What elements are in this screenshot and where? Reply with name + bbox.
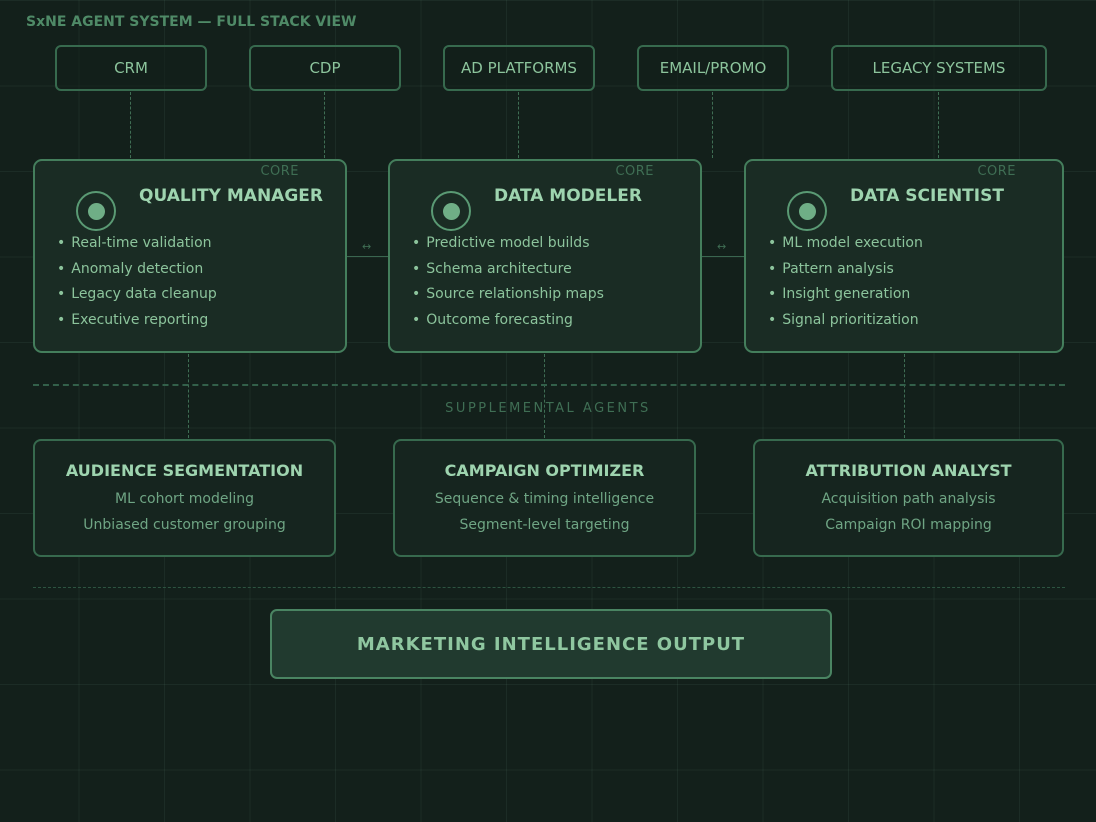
source-connector [938,92,939,158]
capability-item: Schema architecture [412,259,604,285]
supplemental-agent-line: Campaign ROI mapping [825,517,992,533]
core-agent-capabilities: Real-time validation Anomaly detection L… [57,233,217,336]
core-agent-capabilities: Predictive model builds Schema architect… [412,233,604,335]
source-connector [324,92,325,158]
source-crm: CRM [55,45,207,91]
supplemental-connector [904,354,905,438]
capability-item: Signal prioritization [768,310,923,336]
agent-node-icon [787,191,827,231]
diagram-title: SxNE AGENT SYSTEM — FULL STACK VIEW [26,14,357,30]
core-agent-title: DATA MODELER [494,186,642,206]
supplemental-connector [544,354,545,438]
supplemental-section-label: SUPPLEMENTAL AGENTS [445,401,651,416]
source-ad-platforms: AD PLATFORMS [443,45,595,91]
capability-item: Source relationship maps [412,284,604,310]
core-tag: CORE [615,164,654,179]
core-agent-title: DATA SCIENTIST [850,186,1004,206]
capability-item: Anomaly detection [57,259,217,285]
section-divider [33,384,1065,386]
supplemental-agent-line: ML cohort modeling [115,491,254,507]
core-tag: CORE [260,164,299,179]
source-email-promo: EMAIL/PROMO [637,45,789,91]
agent-node-icon [431,191,471,231]
source-legacy-systems: LEGACY SYSTEMS [831,45,1047,91]
marketing-intelligence-output: MARKETING INTELLIGENCE OUTPUT [270,609,832,679]
source-cdp: CDP [249,45,401,91]
core-link-line [347,256,389,257]
source-connector [518,92,519,158]
capability-item: ML model execution [768,233,923,259]
supplemental-agent-line: Unbiased customer grouping [83,517,286,533]
bidirectional-arrow-icon: ↔ [362,240,372,253]
core-agent-capabilities: ML model execution Pattern analysis Insi… [768,233,923,335]
core-tag: CORE [977,164,1016,179]
capability-item: Legacy data cleanup [57,284,216,310]
supplemental-agent-title: ATTRIBUTION ANALYST [805,461,1012,480]
supplemental-agent-attribution-analyst: ATTRIBUTION ANALYST Acquisition path ana… [753,439,1064,557]
supplemental-agent-campaign-optimizer: CAMPAIGN OPTIMIZER Sequence & timing int… [393,439,696,557]
agent-node-icon [76,191,116,231]
capability-item: Pattern analysis [768,259,923,285]
capability-item: Real-time validation [57,233,217,259]
diagram-canvas: SxNE AGENT SYSTEM — FULL STACK VIEW CRM … [0,0,1096,822]
supplemental-agent-line: Segment-level targeting [459,517,630,533]
bidirectional-arrow-icon: ↔ [717,240,727,253]
core-agent-data-scientist: CORE DATA SCIENTIST ML model execution P… [744,159,1064,353]
supplemental-agent-line: Acquisition path analysis [821,491,996,507]
supplemental-connector [188,354,189,438]
core-link-line [702,256,744,257]
capability-item: Executive reporting [57,310,217,336]
output-divider [33,587,1065,588]
core-agent-title: QUALITY MANAGER [139,186,323,206]
supplemental-agent-title: CAMPAIGN OPTIMIZER [444,461,645,480]
capability-item: Outcome forecasting [412,310,604,336]
source-connector [130,92,131,158]
core-agent-data-modeler: CORE DATA MODELER Predictive model build… [388,159,702,353]
core-agent-quality-manager: CORE QUALITY MANAGER Real-time validatio… [33,159,347,353]
capability-item: Predictive model builds [412,233,604,259]
source-connector [712,92,713,158]
capability-item: Insight generation [768,284,923,310]
supplemental-agent-audience-segmentation: AUDIENCE SEGMENTATION ML cohort modeling… [33,439,336,557]
supplemental-agent-title: AUDIENCE SEGMENTATION [65,461,304,480]
supplemental-agent-line: Sequence & timing intelligence [434,491,655,507]
